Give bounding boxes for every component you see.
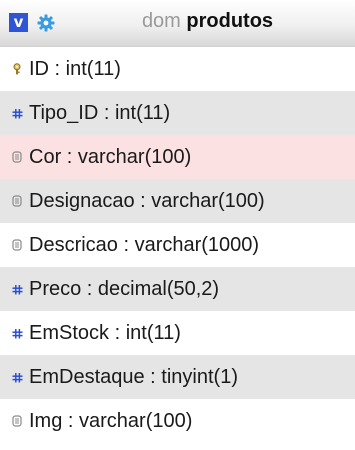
designer-table-box: v dom produtos ID: int(11) Tipo_ID: in…: [0, 0, 355, 450]
column-row-img[interactable]: Img : varchar(100): [0, 399, 355, 443]
column-label: Img : varchar(100): [29, 410, 193, 432]
column-row-emdestaque[interactable]: EmDestaque : tinyint(1): [0, 355, 355, 399]
column-label: ID : int(11): [29, 58, 121, 80]
column-row-id[interactable]: ID : int(11): [0, 47, 355, 91]
text-icon: [9, 179, 25, 223]
numeric-icon: [9, 355, 25, 399]
column-row-tipo-id[interactable]: Tipo_ID : int(11): [0, 91, 355, 135]
column-row-cor[interactable]: Cor : varchar(100): [0, 135, 355, 179]
column-label: Descricao : varchar(1000): [29, 234, 260, 256]
database-name: dom: [141, 10, 181, 32]
column-row-preco[interactable]: Preco : decimal(50,2): [0, 267, 355, 311]
column-label: Preco : decimal(50,2): [29, 278, 220, 300]
numeric-icon: [9, 311, 25, 355]
column-row-emstock[interactable]: EmStock : int(11): [0, 311, 355, 355]
table-header[interactable]: v dom produtos: [0, 0, 355, 47]
column-row-designacao[interactable]: Designacao : varchar(100): [0, 179, 355, 223]
numeric-icon: [9, 91, 25, 135]
column-label: Tipo_ID : int(11): [29, 102, 171, 124]
column-row-descricao[interactable]: Descricao : varchar(1000): [0, 223, 355, 267]
column-label: EmDestaque : tinyint(1): [29, 366, 238, 388]
column-label: EmStock : int(11): [29, 322, 181, 344]
table-name: produtos: [186, 10, 274, 32]
text-icon: [9, 223, 25, 267]
key-icon: [9, 47, 25, 91]
text-icon: [9, 135, 25, 179]
text-icon: [9, 399, 25, 443]
column-label: Designacao : varchar(100): [29, 190, 265, 212]
numeric-icon: [9, 267, 25, 311]
column-label: Cor : varchar(100): [29, 146, 192, 168]
column-list: ID : int(11) Tipo_ID : int(11) Cor: var…: [0, 47, 355, 443]
table-title[interactable]: dom produtos: [0, 10, 355, 33]
